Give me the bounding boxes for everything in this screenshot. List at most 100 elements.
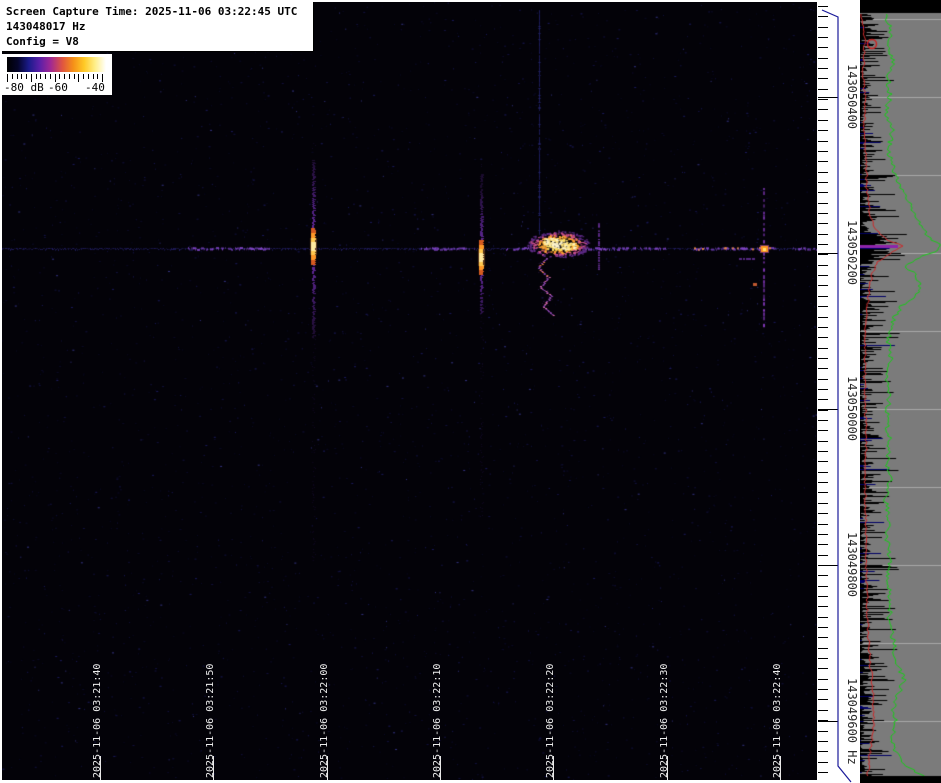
- freq-minor-tick: [818, 68, 828, 69]
- freq-minor-tick: [818, 58, 828, 59]
- freq-tick-label: 143049600 Hz: [845, 678, 859, 765]
- freq-minor-tick: [818, 213, 828, 214]
- freq-minor-tick: [818, 399, 828, 400]
- colorbar-gradient: [7, 57, 106, 72]
- freq-minor-tick: [818, 27, 828, 28]
- freq-minor-tick: [818, 16, 828, 17]
- time-tick-label: 2025-11-06 03:22:20: [545, 664, 556, 778]
- center-frequency-text: 143048017 Hz: [6, 19, 313, 34]
- colorbar-label-max: -40: [85, 81, 105, 94]
- colorbar-tick: [26, 74, 27, 79]
- freq-tick-label: 143050400: [845, 64, 859, 129]
- freq-minor-tick: [818, 182, 828, 183]
- colorbar-label-mid: -60: [48, 81, 68, 94]
- freq-minor-tick: [818, 524, 828, 525]
- colorbar-tick: [12, 74, 13, 79]
- colorbar-tick: [7, 74, 8, 82]
- freq-minor-tick: [818, 285, 828, 286]
- freq-minor-tick: [818, 389, 828, 390]
- freq-minor-tick: [818, 89, 828, 90]
- freq-minor-tick: [818, 6, 828, 7]
- freq-minor-tick: [818, 254, 828, 255]
- intensity-colorbar: -80 dB -60 -40: [2, 54, 112, 95]
- colorbar-tick: [31, 74, 32, 82]
- freq-minor-tick: [818, 637, 828, 638]
- freq-minor-tick: [818, 575, 828, 576]
- freq-minor-tick: [818, 606, 828, 607]
- colorbar-tick: [50, 74, 51, 79]
- freq-minor-tick: [818, 296, 828, 297]
- spectrum-panel: [860, 0, 941, 783]
- freq-minor-tick: [818, 731, 828, 732]
- freq-minor-tick: [818, 141, 828, 142]
- freq-major-tick: [818, 721, 838, 722]
- freq-minor-tick: [818, 668, 828, 669]
- freq-minor-tick: [818, 441, 828, 442]
- freq-minor-tick: [818, 762, 828, 763]
- freq-minor-tick: [818, 244, 828, 245]
- freq-minor-tick: [818, 109, 828, 110]
- freq-minor-tick: [818, 410, 828, 411]
- freq-minor-tick: [818, 306, 828, 307]
- colorbar-tick: [69, 74, 70, 79]
- freq-minor-tick: [818, 555, 828, 556]
- time-tick-label: 2025-11-06 03:22:00: [319, 664, 330, 778]
- freq-minor-tick: [818, 503, 828, 504]
- freq-minor-tick: [818, 699, 828, 700]
- colorbar-tick: [78, 74, 79, 82]
- capture-time-text: Screen Capture Time: 2025-11-06 03:22:45…: [6, 4, 313, 19]
- freq-minor-tick: [818, 451, 828, 452]
- freq-minor-tick: [818, 772, 828, 773]
- colorbar-tick: [64, 74, 65, 79]
- freq-minor-tick: [818, 130, 828, 131]
- time-tick-label: 2025-11-06 03:21:50: [205, 664, 216, 778]
- colorbar-tick: [97, 74, 98, 79]
- freq-minor-tick: [818, 317, 828, 318]
- freq-minor-tick: [818, 513, 828, 514]
- freq-minor-tick: [818, 203, 828, 204]
- spectrogram-app-window: { "window": {"width": 941, "height": 783…: [0, 0, 941, 783]
- freq-minor-tick: [818, 679, 828, 680]
- freq-minor-tick: [818, 37, 828, 38]
- freq-minor-tick: [818, 482, 828, 483]
- colorbar-tick: [21, 74, 22, 79]
- colorbar-tick: [88, 74, 89, 79]
- time-tick-label: 2025-11-06 03:22:40: [772, 664, 783, 778]
- freq-minor-tick: [818, 275, 828, 276]
- freq-minor-tick: [818, 586, 828, 587]
- freq-minor-tick: [818, 430, 828, 431]
- freq-minor-tick: [818, 120, 828, 121]
- freq-minor-tick: [818, 234, 828, 235]
- freq-minor-tick: [818, 161, 828, 162]
- freq-minor-tick: [818, 472, 828, 473]
- freq-minor-tick: [818, 420, 828, 421]
- freq-minor-tick: [818, 648, 828, 649]
- colorbar-tick: [55, 74, 56, 82]
- freq-minor-tick: [818, 627, 828, 628]
- freq-tick-label: 143050200: [845, 220, 859, 285]
- colorbar-tick: [40, 74, 41, 79]
- colorbar-tick: [59, 74, 60, 79]
- freq-minor-tick: [818, 47, 828, 48]
- freq-minor-tick: [818, 337, 828, 338]
- colorbar-tick: [17, 74, 18, 79]
- freq-minor-tick: [818, 78, 828, 79]
- freq-minor-tick: [818, 741, 828, 742]
- time-tick-label: 2025-11-06 03:22:30: [659, 664, 670, 778]
- freq-major-tick: [818, 409, 838, 410]
- freq-minor-tick: [818, 265, 828, 266]
- freq-minor-tick: [818, 99, 828, 100]
- freq-minor-tick: [818, 617, 828, 618]
- colorbar-tick: [93, 74, 94, 79]
- colorbar-tick: [102, 74, 103, 82]
- colorbar-tick: [36, 74, 37, 79]
- freq-minor-tick: [818, 192, 828, 193]
- freq-minor-tick: [818, 689, 828, 690]
- freq-minor-tick: [818, 710, 828, 711]
- freq-minor-tick: [818, 596, 828, 597]
- freq-minor-tick: [818, 368, 828, 369]
- freq-tick-label: 143049800: [845, 532, 859, 597]
- freq-minor-tick: [818, 461, 828, 462]
- colorbar-label-min: -80 dB: [4, 81, 44, 94]
- freq-minor-tick: [818, 544, 828, 545]
